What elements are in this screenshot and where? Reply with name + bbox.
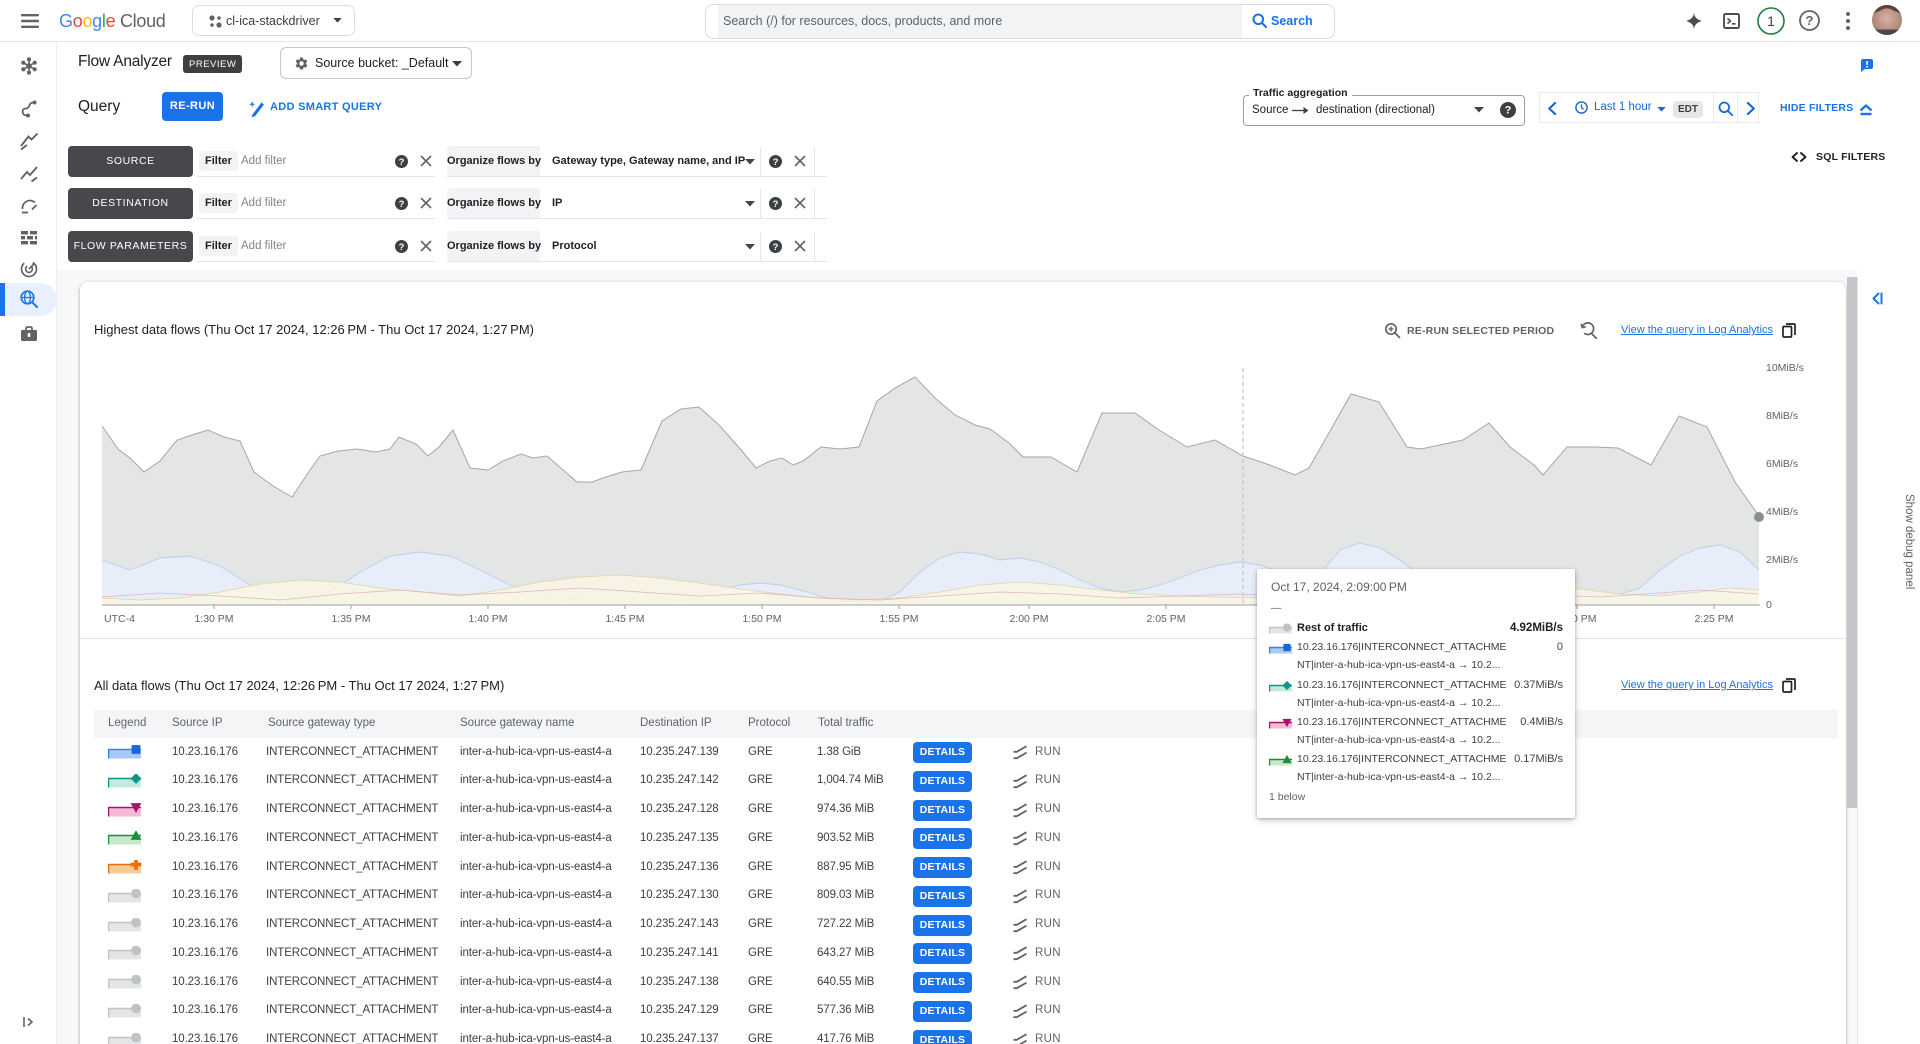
svg-text:10MiB/s: 10MiB/s [1766, 362, 1804, 374]
svg-text:2:25 PM: 2:25 PM [1694, 613, 1733, 625]
svg-text:2:05 PM: 2:05 PM [1146, 613, 1185, 625]
svg-text:1: 1 [1767, 13, 1775, 29]
svg-text:1:55 PM: 1:55 PM [879, 613, 918, 625]
svg-text:8MiB/s: 8MiB/s [1766, 410, 1798, 422]
svg-text:0: 0 [1766, 599, 1772, 611]
svg-text:1:40 PM: 1:40 PM [468, 613, 507, 625]
svg-text:2:00 PM: 2:00 PM [1009, 613, 1048, 625]
svg-text:?: ? [398, 199, 404, 210]
svg-text:UTC-4: UTC-4 [104, 613, 135, 625]
svg-text:2MiB/s: 2MiB/s [1766, 554, 1798, 566]
svg-text:4MiB/s: 4MiB/s [1766, 506, 1798, 518]
svg-text:?: ? [1806, 13, 1814, 28]
svg-text:?: ? [398, 242, 404, 253]
svg-text:1:35 PM: 1:35 PM [331, 613, 370, 625]
svg-text:1:30 PM: 1:30 PM [194, 613, 233, 625]
svg-text:1:50 PM: 1:50 PM [742, 613, 781, 625]
svg-text:?: ? [772, 157, 778, 168]
svg-text:?: ? [1505, 105, 1512, 117]
svg-text:1:45 PM: 1:45 PM [605, 613, 644, 625]
svg-text:6MiB/s: 6MiB/s [1766, 458, 1798, 470]
svg-text:?: ? [772, 242, 778, 253]
svg-text:?: ? [772, 199, 778, 210]
svg-text:?: ? [398, 157, 404, 168]
